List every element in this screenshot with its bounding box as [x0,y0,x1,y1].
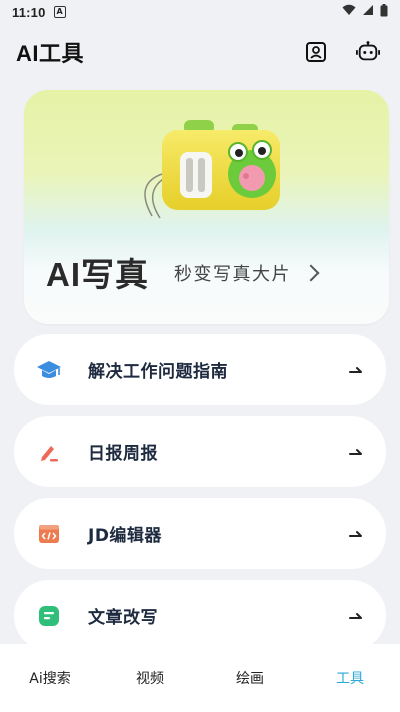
battery-icon [380,3,388,21]
tool-item-work-guide[interactable]: 解决工作问题指南 [14,334,386,405]
code-window-icon [36,521,62,547]
arrow-right-icon [348,526,364,542]
tool-item-article-rewrite[interactable]: 文章改写 [14,580,386,651]
arrow-right-icon [348,608,364,624]
nav-tab-drawing[interactable]: 绘画 [200,668,300,688]
chevron-right-icon [302,264,320,282]
app-header: AI工具 [0,30,400,74]
pen-edit-icon [36,439,62,465]
tool-item-jd-editor[interactable]: JD编辑器 [14,498,386,569]
ai-photo-banner[interactable]: AI写真 秒变写真大片 [24,90,389,324]
camera-illustration [134,104,284,228]
tool-label: 日报周报 [88,444,158,464]
banner-subtitle: 秒变写真大片 [174,264,291,285]
banner-subtitle-row: 秒变写真大片 [174,260,320,286]
bottom-nav: Ai搜索 视频 绘画 工具 [0,644,400,712]
nav-tab-tools[interactable]: 工具 [300,668,400,688]
tool-label: 解决工作问题指南 [88,362,228,382]
tool-list: 解决工作问题指南 日报周报 JD编辑器 文章改写 [14,334,386,662]
banner-title: AI写真 [46,256,149,293]
header-actions [304,40,380,64]
graduation-cap-icon [36,357,62,383]
status-time: 11:10 [12,4,46,20]
arrow-right-icon [348,444,364,460]
page-title: AI工具 [16,41,85,66]
nav-tab-ai-search[interactable]: Ai搜索 [0,668,100,688]
wifi-icon [342,4,356,20]
robot-icon[interactable] [356,40,380,64]
tool-label: JD编辑器 [88,526,162,546]
tool-item-daily-weekly-report[interactable]: 日报周报 [14,416,386,487]
status-bar: 11:10 A [0,0,400,24]
contact-card-icon[interactable] [304,40,328,64]
arrow-right-icon [348,362,364,378]
tool-label: 文章改写 [88,608,158,628]
signal-icon [362,4,374,20]
nav-tab-video[interactable]: 视频 [100,668,200,688]
status-icons [342,3,388,21]
document-icon [36,603,62,629]
app-screen: 11:10 A AI工具 AI写真 秒变写真大片 解决工作问题指南 日报周报 J… [0,0,400,712]
notification-badge: A [53,6,66,18]
